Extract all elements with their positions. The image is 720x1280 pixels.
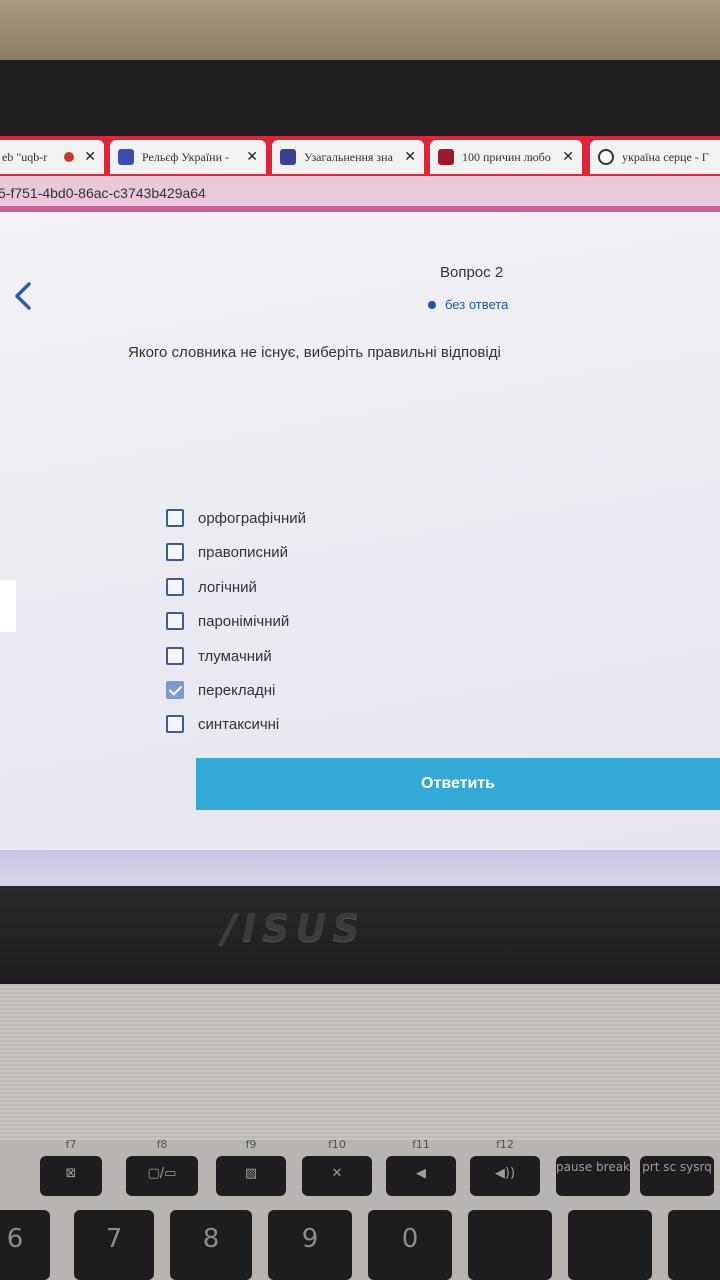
option-label: перекладні [198,681,276,699]
checkbox[interactable] [166,578,184,596]
key-pause-break[interactable]: pause break [556,1156,630,1196]
bookmark-icon [438,149,454,165]
key-symbol: 7 [105,1224,123,1254]
key-fn-label: f7 [65,1138,77,1151]
option-explanatory[interactable]: тлумачний [166,644,386,668]
key-backspace[interactable] [668,1210,720,1280]
answer-status: без ответа [428,297,508,312]
option-logical[interactable]: логічний [166,575,386,599]
close-tab-icon[interactable]: ✕ [562,149,574,165]
url-text: 5-f751-4bd0-86ac-c3743b429a64 [0,185,206,201]
key-fn-label: f12 [496,1138,514,1151]
browser-tab-5[interactable]: україна серце - Г [590,140,720,174]
key-fn-label: f9 [245,1138,257,1151]
checkbox[interactable] [166,509,184,527]
status-text: без ответа [445,297,509,312]
option-label: синтаксичні [198,715,280,733]
screen-glare [0,580,16,632]
key-f7[interactable]: f7 ⊠ [40,1138,102,1196]
option-label: тлумачний [198,647,272,665]
option-spelling[interactable]: правописний [166,540,386,564]
key-symbol: ✕ [331,1166,343,1181]
tab-title: 100 причин любо [462,149,551,164]
background-wall [0,0,720,64]
key-f9[interactable]: f9 ▨ [216,1138,286,1196]
key-symbol: ▨ [244,1166,258,1181]
close-tab-icon[interactable]: ✕ [404,149,416,165]
key-print-screen[interactable]: prt sc sysrq [640,1156,714,1196]
tab-title: Рельєф України - [142,149,229,164]
checkbox-checked[interactable] [166,681,184,699]
keyboard: f7 ⊠ f8 ▢/▭ f9 ▨ f10 ✕ f11 ◀ f12 ◀)) pau… [0,1138,720,1280]
key-minus[interactable] [468,1210,552,1280]
key-8[interactable]: 8 [170,1210,252,1280]
browser-tab-3[interactable]: Узагальнення зна ✕ [272,140,424,174]
key-symbol: 9 [301,1224,319,1254]
key-0[interactable]: 0 [368,1210,452,1280]
option-syntactic[interactable]: синтаксичні [166,712,386,736]
key-f8[interactable]: f8 ▢/▭ [126,1138,198,1196]
browser-tab-2[interactable]: Рельєф України - ✕ [110,140,266,174]
key-fn-label: f8 [156,1138,168,1151]
tab-title: Узагальнення зна [304,149,393,164]
option-orthographic[interactable]: орфографічний [166,506,386,530]
option-label: правописний [198,543,288,561]
quiz-page: Вопрос 2 без ответа Якого словника не іс… [0,212,720,852]
key-f12[interactable]: f12 ◀)) [470,1138,540,1196]
key-symbol: 6 [6,1224,24,1254]
key-equals[interactable] [568,1210,652,1280]
close-tab-icon[interactable]: ✕ [246,149,258,165]
submit-answer-button[interactable]: Ответить [196,758,720,810]
address-bar[interactable]: 5-f751-4bd0-86ac-c3743b429a64 [0,176,720,210]
key-symbol: ◀)) [494,1166,516,1181]
key-7[interactable]: 7 [74,1210,154,1280]
question-text: Якого словника не існує, виберіть правил… [128,344,501,361]
close-tab-icon[interactable]: ✕ [84,149,96,165]
tab-title: україна серце - Г [622,149,709,164]
page-footer-band [0,850,720,888]
key-symbol: ◀ [416,1166,426,1181]
brand-logo: /ISUS [222,906,366,950]
key-fn-label: f11 [412,1138,430,1151]
map-icon [118,149,134,165]
record-icon [64,152,75,162]
key-symbol: ▢/▭ [147,1166,177,1181]
checkbox[interactable] [166,715,184,733]
browser-tab-1[interactable]: eb "uqb-r ✕ [0,140,104,174]
key-symbol: prt sc sysrq [642,1160,712,1174]
key-6[interactable]: 6 [0,1210,50,1280]
laptop-top-bezel [0,60,720,140]
key-fn-label: f10 [328,1138,346,1151]
option-paronymic[interactable]: паронімічний [166,609,386,633]
key-symbol: ⊠ [65,1166,77,1181]
option-translation[interactable]: перекладні [166,678,386,702]
browser-tab-4[interactable]: 100 причин любо ✕ [430,140,582,174]
key-9[interactable]: 9 [268,1210,352,1280]
option-label: логічний [198,578,257,596]
option-label: паронімічний [198,612,290,630]
key-f10[interactable]: f10 ✕ [302,1138,372,1196]
checkbox[interactable] [166,612,184,630]
key-symbol: 8 [202,1224,220,1254]
question-number: Вопрос 2 [440,264,504,281]
key-symbol: pause break [556,1160,630,1174]
chevron-left-icon [15,282,31,310]
checkbox[interactable] [166,647,184,665]
back-button[interactable] [12,278,40,314]
option-label: орфографічний [198,509,307,527]
laptop-bottom-bezel: /ISUS [0,886,720,990]
status-dot-icon [428,300,436,309]
checkbox[interactable] [166,543,184,561]
tab-title: eb "uqb-r [2,149,48,164]
key-f11[interactable]: f11 ◀ [386,1138,456,1196]
browser-tab-strip: eb "uqb-r ✕ Рельєф України - ✕ Узагальне… [0,136,720,176]
key-symbol: 0 [401,1224,419,1254]
google-icon [598,149,614,165]
list-icon [280,149,296,165]
